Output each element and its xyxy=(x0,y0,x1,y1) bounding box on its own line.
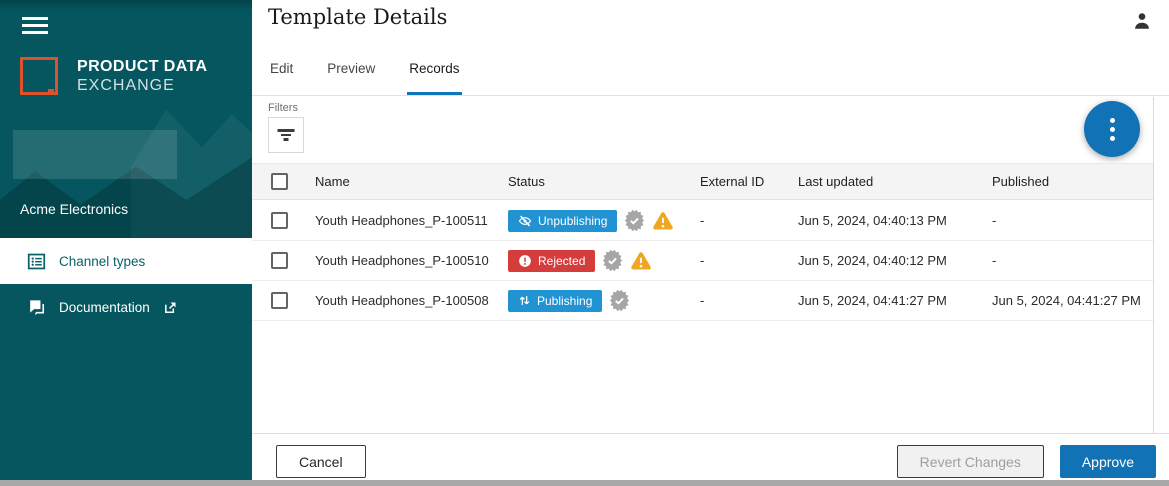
filters-label: Filters xyxy=(268,102,298,114)
column-header-status: Status xyxy=(508,174,700,189)
record-name: Youth Headphones_P-100510 xyxy=(315,253,508,268)
table-header: Name Status External ID Last updated Pub… xyxy=(252,163,1153,200)
warning-icon xyxy=(652,210,674,232)
row-checkbox[interactable] xyxy=(271,252,288,269)
tab-bar: Edit Preview Records xyxy=(252,55,1169,96)
status-label: Rejected xyxy=(538,254,585,268)
approve-button[interactable]: Approve xyxy=(1060,445,1156,478)
channel-types-icon xyxy=(27,252,46,271)
tenant-logo-placeholder xyxy=(13,130,177,179)
row-checkbox[interactable] xyxy=(271,292,288,309)
select-all-checkbox[interactable] xyxy=(271,173,288,190)
status-badge: Rejected xyxy=(508,250,595,272)
record-name: Youth Headphones_P-100508 xyxy=(315,293,508,308)
record-last-updated: Jun 5, 2024, 04:40:12 PM xyxy=(798,253,992,268)
record-published: Jun 5, 2024, 04:41:27 PM xyxy=(992,293,1153,308)
swap-arrows-icon xyxy=(518,294,531,307)
record-external-id: - xyxy=(700,213,798,228)
column-header-name: Name xyxy=(315,174,508,189)
row-checkbox[interactable] xyxy=(271,212,288,229)
user-account-icon[interactable] xyxy=(1131,10,1153,32)
table-row: Youth Headphones_P-100510 Rejected xyxy=(252,241,1153,281)
brand-name-line1: PRODUCT DATA xyxy=(77,57,207,76)
record-last-updated: Jun 5, 2024, 04:41:27 PM xyxy=(798,293,992,308)
table-body: Youth Headphones_P-100511 Unpublishing xyxy=(252,201,1153,321)
horizontal-scrollbar[interactable] xyxy=(0,480,1169,486)
status-badge: Publishing xyxy=(508,290,602,312)
brand-logo: PRODUCT DATA EXCHANGE xyxy=(20,57,207,95)
content-right-divider xyxy=(1153,97,1154,433)
sidebar-nav: Channel types Documentation xyxy=(0,238,252,330)
warning-icon xyxy=(630,250,652,272)
actions-fab-kebab-button[interactable] xyxy=(1084,101,1140,157)
status-label: Unpublishing xyxy=(538,214,607,228)
approval-seal-icon xyxy=(602,250,623,271)
eye-off-icon xyxy=(518,214,532,228)
sidebar-item-label: Channel types xyxy=(59,254,145,269)
documentation-chat-icon xyxy=(27,298,46,317)
tab-edit[interactable]: Edit xyxy=(268,55,295,95)
record-external-id: - xyxy=(700,253,798,268)
tab-records[interactable]: Records xyxy=(407,55,461,95)
external-link-icon xyxy=(163,300,178,315)
table-row: Youth Headphones_P-100508 Publishing xyxy=(252,281,1153,321)
hamburger-menu-icon[interactable] xyxy=(22,17,48,35)
status-label: Publishing xyxy=(537,294,592,308)
organization-name: Acme Electronics xyxy=(20,201,128,217)
record-name: Youth Headphones_P-100511 xyxy=(315,213,508,228)
footer-action-bar: Cancel Revert Changes Approve xyxy=(252,433,1169,480)
filter-button[interactable] xyxy=(268,117,304,153)
kebab-menu-icon xyxy=(1110,118,1115,123)
record-published: - xyxy=(992,213,1153,228)
record-published: - xyxy=(992,253,1153,268)
main-content: Template Details Edit Preview Records Fi… xyxy=(252,0,1169,480)
brand-name-line2: EXCHANGE xyxy=(77,76,207,95)
column-header-last-updated: Last updated xyxy=(798,174,992,189)
sidebar-item-documentation[interactable]: Documentation xyxy=(0,284,252,330)
page-title: Template Details xyxy=(268,5,447,29)
filter-icon xyxy=(278,129,295,141)
error-circle-icon xyxy=(518,254,532,268)
approval-seal-icon xyxy=(609,290,630,311)
record-last-updated: Jun 5, 2024, 04:40:13 PM xyxy=(798,213,992,228)
column-header-published: Published xyxy=(992,174,1153,189)
app-window: PRODUCT DATA EXCHANGE Acme Electronics xyxy=(0,0,1169,486)
column-header-external-id: External ID xyxy=(700,174,798,189)
cancel-button[interactable]: Cancel xyxy=(276,445,366,478)
table-row: Youth Headphones_P-100511 Unpublishing xyxy=(252,201,1153,241)
brand-logo-mark xyxy=(20,57,58,95)
revert-changes-button[interactable]: Revert Changes xyxy=(897,445,1044,478)
sidebar-item-channel-types[interactable]: Channel types xyxy=(0,238,252,284)
tab-preview[interactable]: Preview xyxy=(325,55,377,95)
status-badge: Unpublishing xyxy=(508,210,617,232)
sidebar-item-label: Documentation xyxy=(59,300,150,315)
approval-seal-icon xyxy=(624,210,645,231)
record-external-id: - xyxy=(700,293,798,308)
sidebar: PRODUCT DATA EXCHANGE Acme Electronics xyxy=(0,0,252,480)
